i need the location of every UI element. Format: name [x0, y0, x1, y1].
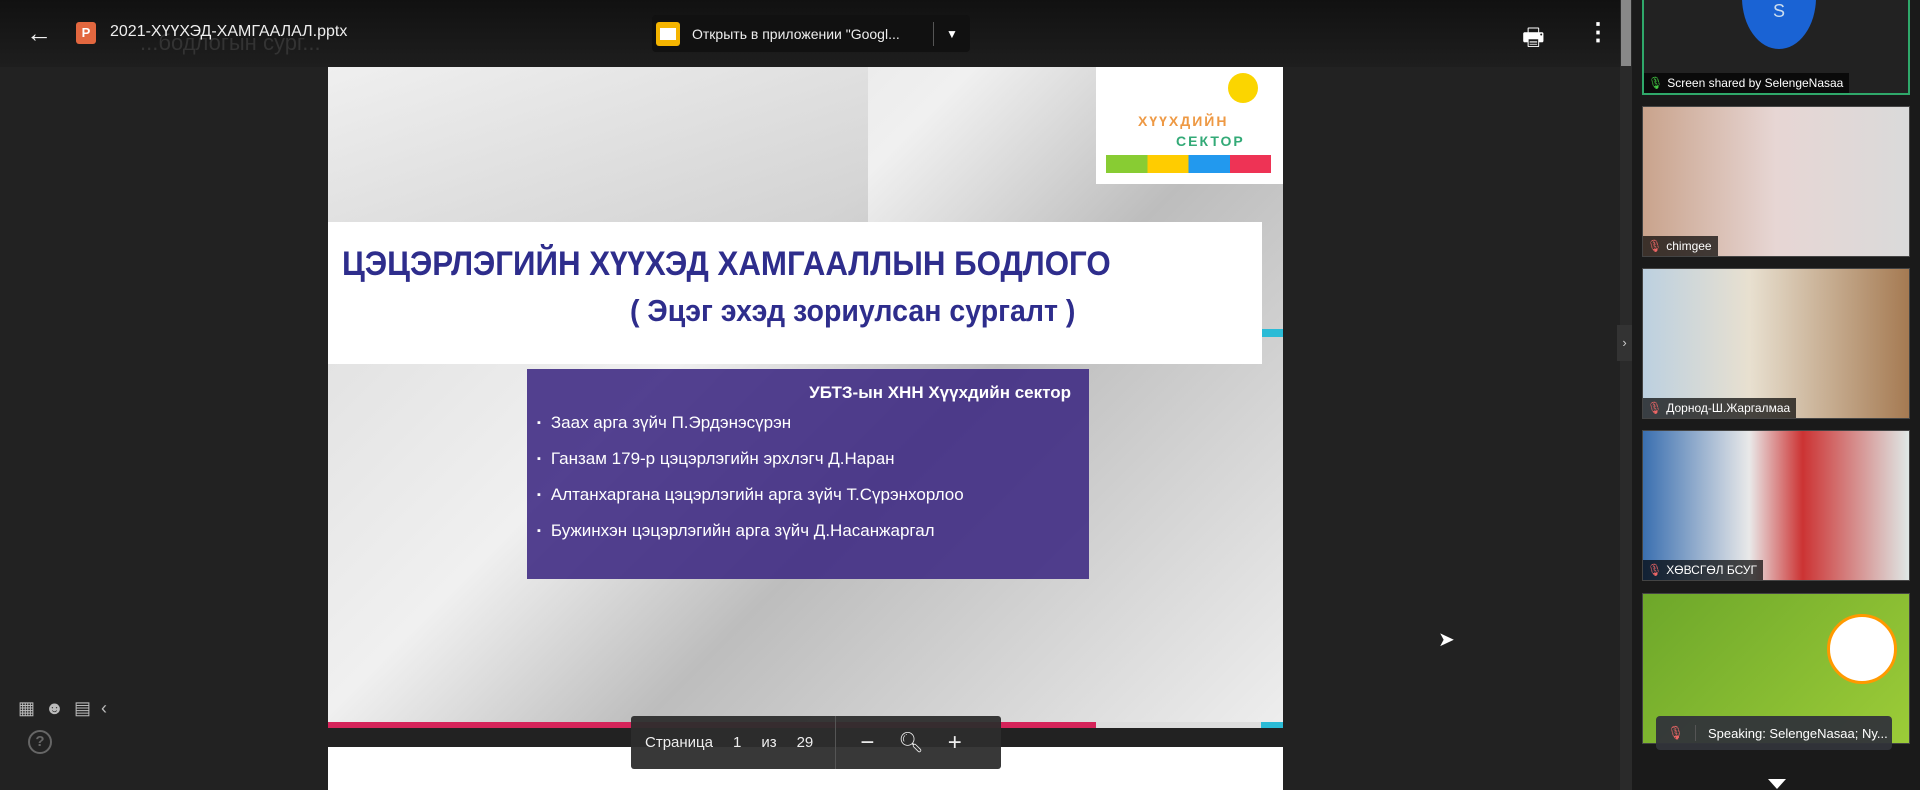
participant-name: Дорнод-Ш.Жаргалмаа — [1666, 401, 1791, 415]
list-item: Ганзам 179-р цэцэрлэгийн эрхлэгч Д.Наран — [537, 449, 964, 485]
chat-icon[interactable]: ▤ — [74, 698, 91, 719]
speaking-text: Speaking: SelengeNasaa; Ny... — [1708, 725, 1888, 741]
participant-tile[interactable]: 🎙 ХӨВСГӨЛ БСУГ — [1642, 430, 1910, 581]
speaking-indicator: 🎙 Speaking: SelengeNasaa; Ny... — [1656, 716, 1892, 750]
participant-name: Screen shared by SelengeNasaa — [1667, 76, 1844, 90]
page-label: Страница — [645, 734, 713, 751]
reactions-icon[interactable]: ☻ — [45, 698, 64, 719]
mic-muted-icon: 🎙 — [1647, 401, 1663, 415]
hands-photo — [328, 67, 868, 227]
logo-text: ХҮҮХДИЙН — [1138, 113, 1229, 129]
chevron-left-icon[interactable]: ‹ — [101, 698, 107, 719]
presenters-list: Заах арга зүйч П.Эрдэнэсүрэн Ганзам 179-… — [537, 413, 964, 557]
participants-panel: S 🎙 Screen shared by SelengeNasaa 🎙 chimge… — [1632, 0, 1920, 790]
mic-muted-icon: 🎙 — [1647, 563, 1663, 577]
of-label: из — [761, 734, 777, 751]
slide: ХҮҮХДИЙН СЕКТОР ЦЭЦЭРЛЭГИЙН ХҮҮХЭД ХАМГА… — [328, 67, 1283, 728]
childrens-sector-logo: ХҮҮХДИЙН СЕКТОР — [1096, 67, 1283, 184]
zoom-in-icon[interactable]: + — [948, 729, 962, 757]
chevron-down-icon[interactable]: ▼ — [934, 27, 970, 41]
avatar: S — [1742, 0, 1816, 49]
mic-muted-icon: 🎙 — [1656, 725, 1696, 741]
presenters-box: УБТЗ-ын ХНН Хүүхдийн сектор Заах арга зү… — [527, 369, 1089, 579]
logo-text: СЕКТОР — [1176, 133, 1245, 149]
current-page[interactable]: 1 — [733, 734, 741, 751]
slide-title: ЦЭЦЭРЛЭГИЙН ХҮҮХЭД ХАМГААЛЛЫН БОДЛОГО — [342, 245, 1111, 283]
mic-icon: 🎙 — [1648, 76, 1664, 90]
participant-name: chimgee — [1666, 239, 1712, 253]
participant-tile[interactable]: S 🎙 Screen shared by SelengeNasaa — [1642, 0, 1910, 95]
kindergarten-logo — [1827, 614, 1897, 684]
scrollbar[interactable] — [1620, 0, 1632, 790]
list-item: Алтанхаргана цэцэрлэгийн арга зүйч Т.Сүр… — [537, 485, 964, 521]
print-icon[interactable]: 🖶 — [1522, 20, 1545, 61]
list-item: Бужинхэн цэцэрлэгийн арга зүйч Д.Насанжа… — [537, 521, 964, 557]
slide-subtitle: ( Эцэг эхэд зориулсан сургалт ) — [630, 293, 1076, 328]
accent-bar — [1261, 722, 1283, 728]
zoom-out-icon[interactable]: − — [860, 729, 874, 757]
total-pages: 29 — [796, 734, 814, 751]
open-in-app-label: Открыть в приложении "Googl... — [692, 25, 900, 42]
accent-bar — [1262, 329, 1283, 337]
apps-icon[interactable]: ▦ — [18, 698, 35, 719]
scroll-down-icon[interactable] — [1768, 779, 1786, 789]
open-in-app-button[interactable]: Открыть в приложении "Googl... ▼ — [652, 15, 970, 52]
sun-icon — [1228, 73, 1258, 103]
powerpoint-file-icon: P — [76, 22, 96, 44]
participant-tile[interactable]: 🎙 Дорнод-Ш.Жаргалмаа — [1642, 268, 1910, 419]
participant-tile[interactable]: 🎙 chimgee — [1642, 106, 1910, 257]
participant-name: ХӨВСГӨЛ БСУГ — [1666, 563, 1758, 577]
accent-bar — [1096, 722, 1261, 728]
google-slides-icon — [656, 21, 680, 46]
meeting-controls: ▦ ☻ ▤ ‹ — [18, 698, 107, 719]
help-icon[interactable]: ? — [28, 730, 52, 754]
organization: УБТЗ-ын ХНН Хүүхдийн сектор — [809, 383, 1071, 402]
page-controls: Страница 1 из 29 − 🔍︎ + — [631, 716, 1001, 769]
mouse-cursor-icon: ➤ — [1438, 629, 1455, 651]
file-name: 2021-ХҮҮХЭД-ХАМГААЛАЛ.pptx — [110, 23, 348, 40]
back-arrow-icon[interactable]: ← — [26, 18, 52, 49]
mic-muted-icon: 🎙 — [1647, 239, 1663, 253]
train-icon — [1106, 155, 1271, 173]
divider — [835, 716, 837, 769]
more-options-icon[interactable]: ⋮ — [1586, 18, 1610, 47]
viewer-toolbar: ...бодлогын сург... ← P 2021-ХҮҮХЭД-ХАМГ… — [0, 0, 1620, 67]
scrollbar-thumb[interactable] — [1621, 0, 1631, 66]
zoom-icon[interactable]: 🔍︎ — [898, 730, 923, 755]
sidebar-toggle-chevron-icon[interactable]: › — [1617, 325, 1632, 361]
list-item: Заах арга зүйч П.Эрдэнэсүрэн — [537, 413, 964, 449]
